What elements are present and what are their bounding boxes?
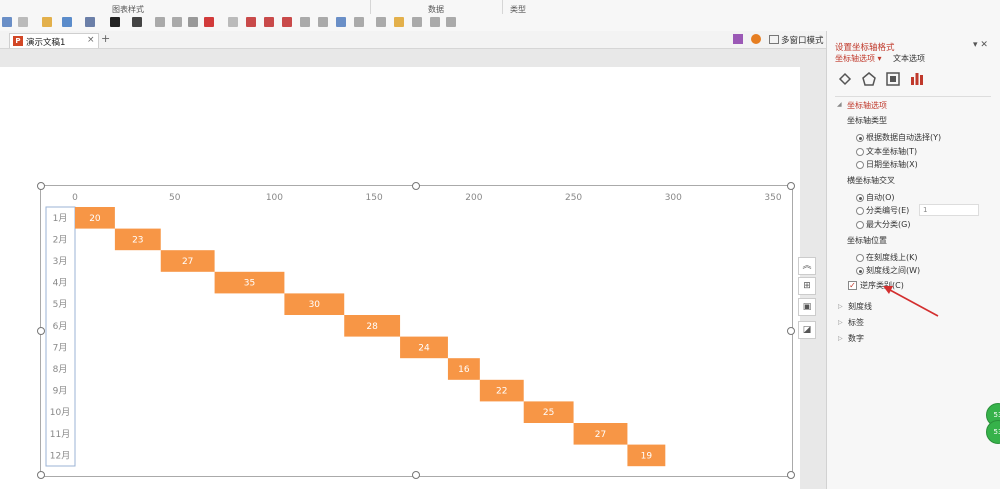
category-label: 8月 <box>53 364 68 375</box>
axis-options-icon[interactable] <box>909 71 925 87</box>
data-label: 19 <box>641 451 653 461</box>
category-label: 10月 <box>50 407 70 418</box>
data-label: 27 <box>182 257 193 267</box>
radio-axis-auto-label: 根据数据自动选择(Y) <box>866 133 942 142</box>
radio-on-tick-marks-label: 在刻度线上(K) <box>866 253 918 262</box>
x-tick-label: 350 <box>764 193 781 203</box>
section-number[interactable]: 数字 <box>848 333 864 344</box>
radio-cross-category-number[interactable] <box>856 207 864 215</box>
x-tick-label: 250 <box>565 193 582 203</box>
section-labels[interactable]: 标签 <box>848 317 864 328</box>
x-tick-label: 0 <box>72 193 78 203</box>
expand-icon[interactable]: ▷ <box>838 319 843 326</box>
radio-cross-max-category-label: 最大分类(G) <box>866 220 911 229</box>
tab-text-options[interactable]: 文本选项 <box>893 53 925 64</box>
data-label: 20 <box>89 214 101 224</box>
radio-axis-date-label: 日期坐标轴(X) <box>866 160 918 169</box>
category-label: 2月 <box>53 234 68 245</box>
pane-divider <box>835 96 991 97</box>
expand-icon[interactable]: ▷ <box>838 335 843 342</box>
category-label: 3月 <box>53 256 68 267</box>
category-label: 6月 <box>53 321 68 332</box>
data-label: 30 <box>309 300 321 310</box>
radio-cross-auto[interactable] <box>856 194 864 202</box>
radio-cross-max-category[interactable] <box>856 221 864 229</box>
expand-icon[interactable]: ◢ <box>837 101 842 108</box>
size-properties-icon[interactable] <box>885 71 901 87</box>
radio-between-tick-marks[interactable] <box>856 267 864 275</box>
category-label: 12月 <box>50 450 70 461</box>
reverse-categories-checkbox[interactable]: ✓ <box>848 281 857 290</box>
reverse-categories-label: 逆序类别(C) <box>860 281 904 290</box>
x-tick-label: 300 <box>665 193 682 203</box>
category-number-input[interactable]: 1 <box>919 204 979 216</box>
axis-type-heading: 坐标轴类型 <box>847 116 887 125</box>
expand-icon[interactable]: ▷ <box>838 303 843 310</box>
tab-axis-options[interactable]: 坐标轴选项 ▾ <box>835 53 882 64</box>
radio-cross-category-number-label: 分类编号(E) <box>866 206 910 215</box>
radio-axis-text-label: 文本坐标轴(T) <box>866 147 918 156</box>
category-label: 11月 <box>50 429 70 440</box>
chart-styles-icon[interactable]: ▣ <box>798 298 816 316</box>
radio-cross-auto-label: 自动(O) <box>866 193 895 202</box>
radio-axis-date[interactable] <box>856 161 864 169</box>
data-label: 23 <box>132 235 143 245</box>
radio-axis-auto[interactable] <box>856 134 864 142</box>
data-label: 28 <box>366 322 378 332</box>
x-tick-label: 200 <box>465 193 482 203</box>
pane-title: 设置坐标轴格式 <box>835 43 895 53</box>
pane-close-icon[interactable]: ▾ ✕ <box>973 40 988 50</box>
chart-elements-icon[interactable]: ⊞ <box>798 277 816 295</box>
category-label: 1月 <box>53 213 68 224</box>
category-label: 5月 <box>53 299 68 310</box>
radio-between-tick-marks-label: 刻度线之间(W) <box>866 266 921 275</box>
section-tick-marks[interactable]: 刻度线 <box>848 301 872 312</box>
data-label: 35 <box>244 279 255 289</box>
format-axis-pane: 设置坐标轴格式 ▾ ✕ 坐标轴选项 ▾ 文本选项 ◢ 坐标轴选项 坐标轴类型 根… <box>826 31 1000 489</box>
category-label: 9月 <box>53 386 68 397</box>
category-label: 7月 <box>53 342 68 353</box>
data-label: 24 <box>418 343 430 353</box>
category-axis-selection[interactable] <box>45 206 76 467</box>
collapse-toolbar-icon[interactable]: ︽ <box>798 257 816 275</box>
position-heading: 坐标轴位置 <box>847 236 887 245</box>
fill-line-icon[interactable] <box>837 71 853 87</box>
radio-axis-text[interactable] <box>856 148 864 156</box>
x-tick-label: 100 <box>266 193 283 203</box>
data-label: 25 <box>543 408 554 418</box>
data-label: 27 <box>595 430 606 440</box>
data-label: 22 <box>496 387 507 397</box>
category-label: 4月 <box>53 278 68 289</box>
radio-on-tick-marks[interactable] <box>856 254 864 262</box>
x-tick-label: 150 <box>366 193 383 203</box>
section-axis-options[interactable]: 坐标轴选项 <box>847 100 887 111</box>
data-label: 16 <box>458 365 470 375</box>
x-tick-label: 50 <box>169 193 181 203</box>
chart-filter-icon[interactable]: ◪ <box>798 321 816 339</box>
effects-icon[interactable] <box>861 71 877 87</box>
cross-heading: 横坐标轴交叉 <box>847 176 895 185</box>
